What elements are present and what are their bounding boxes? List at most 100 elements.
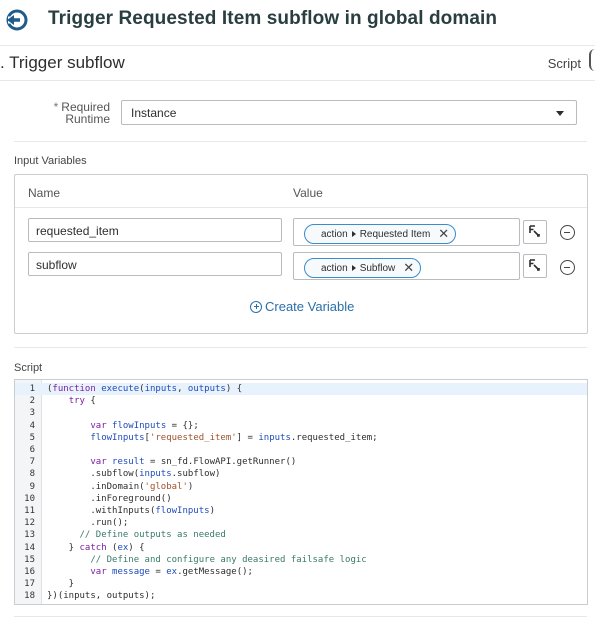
script-label: Script (14, 362, 43, 374)
code-token: // Define outputs as needed (79, 530, 226, 541)
line-number: 8 (29, 469, 35, 480)
code-line[interactable]: 13 // Define outputs as needed (15, 529, 587, 541)
code-token: outputs (187, 384, 226, 394)
runtime-label-line2: Runtime (65, 112, 110, 126)
remove-variable-button[interactable] (560, 260, 575, 275)
code-token: result (112, 457, 145, 468)
step-header: . Trigger subflow Script (0, 45, 595, 81)
variable-value-field[interactable]: action Requested Item ✕ (293, 218, 520, 246)
runtime-select-value: Instance (131, 106, 177, 120)
code-text: flowInputs['requested_item'] = inputs.re… (47, 432, 377, 444)
code-line[interactable]: 4 var flowInputs = {}; (15, 420, 587, 432)
code-token: .getMessage(); (177, 567, 253, 577)
code-token: , (177, 384, 188, 394)
code-token: .withInputs( (47, 506, 156, 516)
code-line[interactable]: 2 try { (15, 395, 587, 407)
code-line[interactable]: 18})(inputs, outputs); (15, 590, 587, 602)
page-title: Trigger Requested Item subflow in global… (48, 8, 498, 29)
step-title: . Trigger subflow (0, 53, 125, 72)
code-line[interactable]: 5 flowInputs['requested_item'] = inputs.… (15, 432, 587, 444)
line-number: 1 (29, 384, 35, 394)
data-pill-picker-icon (529, 259, 540, 271)
code-line[interactable]: 11 .withInputs(flowInputs) (15, 505, 587, 517)
data-pill[interactable]: action Requested Item ✕ (304, 224, 457, 244)
runtime-select[interactable]: Instance (121, 100, 577, 125)
code-token: .run(); (47, 518, 129, 529)
pill-source: action (321, 262, 348, 274)
code-text: .inForeground() (47, 493, 172, 505)
variable-name-input[interactable]: subflow (28, 252, 282, 276)
code-text: // Define outputs as needed (47, 529, 226, 541)
code-token: inputs (139, 469, 172, 480)
code-token: = (149, 567, 167, 577)
code-token: ) (187, 481, 194, 492)
line-number: 3 (29, 408, 35, 419)
column-header-name: Name (28, 186, 61, 200)
remove-variable-button[interactable] (560, 225, 575, 240)
code-token: ] = (236, 432, 259, 443)
variable-value-field[interactable]: action Subflow ✕ (293, 252, 520, 280)
input-variables-panel: Name Value requested_item action Request… (14, 174, 588, 334)
code-token: function (52, 384, 96, 394)
close-icon[interactable]: ✕ (438, 227, 449, 240)
step-type-label: Script (547, 56, 581, 71)
create-variable-label: Create Variable (265, 299, 355, 314)
line-number: 13 (24, 530, 35, 541)
code-token: 'global' (144, 481, 188, 492)
line-number: 9 (29, 481, 35, 492)
code-token: .subflow) (171, 469, 221, 480)
code-line[interactable]: 15 // Define and configure any deasired … (15, 554, 587, 566)
line-number: 6 (29, 445, 35, 455)
line-number: 12 (24, 518, 35, 529)
code-line[interactable]: 1 (function execute(inputs, outputs) { (15, 383, 587, 396)
code-token: .subflow( (47, 469, 140, 480)
line-number: 2 (29, 396, 35, 407)
line-number: 7 (29, 457, 35, 468)
divider (14, 141, 587, 142)
code-token: ( (106, 542, 118, 553)
collapse-handle-icon[interactable] (589, 49, 595, 71)
code-line[interactable]: 8 .subflow(inputs.subflow) (15, 468, 587, 480)
code-text: } (47, 578, 74, 590)
code-token: inputs (258, 432, 291, 443)
code-line[interactable]: 3 (15, 407, 587, 419)
pill-source: action (321, 228, 348, 240)
data-pill-picker-button[interactable] (523, 220, 547, 244)
code-line[interactable]: 9 .inDomain('global') (15, 481, 587, 493)
code-line[interactable]: 14 } catch (ex) { (15, 542, 587, 554)
line-number: 17 (24, 579, 35, 590)
code-line[interactable]: 12 .run(); (15, 517, 587, 529)
code-token: var (90, 420, 107, 431)
data-pill-picker-button[interactable] (523, 254, 547, 278)
circle-arrow-left-icon[interactable] (6, 9, 28, 31)
code-token: = sn_fd.FlowAPI.getRunner() (144, 457, 297, 468)
code-line[interactable]: 10 .inForeground() (15, 493, 587, 505)
pill-field: Requested Item (359, 228, 431, 240)
code-token: message (112, 567, 150, 577)
code-token: // Define and configure any deasired fai… (90, 554, 367, 565)
line-number: 14 (24, 542, 35, 553)
data-pill[interactable]: action Subflow ✕ (304, 258, 422, 278)
close-icon[interactable]: ✕ (403, 261, 414, 274)
line-number: 16 (24, 567, 35, 577)
code-text: var message = ex.getMessage(); (47, 566, 253, 578)
code-line[interactable]: 6 (15, 444, 587, 456)
create-variable-button[interactable]: Create Variable (250, 299, 354, 314)
code-line[interactable]: 16 var message = ex.getMessage(); (15, 566, 587, 578)
code-line[interactable]: 7 var result = sn_fd.FlowAPI.getRunner() (15, 456, 587, 468)
code-line[interactable]: 17 } (15, 578, 587, 590)
code-token: 'requested_item' (149, 432, 237, 443)
code-token: .inForeground() (47, 493, 172, 504)
script-editor[interactable]: 1 (function execute(inputs, outputs) {2 t… (14, 379, 588, 605)
required-asterisk: * (53, 100, 59, 114)
pill-field: Subflow (359, 262, 396, 274)
variable-name-input[interactable]: requested_item (28, 218, 282, 242)
plus-circle-icon (250, 300, 262, 313)
code-token: flowInputs (90, 432, 145, 443)
code-text: } catch (ex) { (47, 542, 145, 554)
code-token: ) (209, 506, 215, 516)
